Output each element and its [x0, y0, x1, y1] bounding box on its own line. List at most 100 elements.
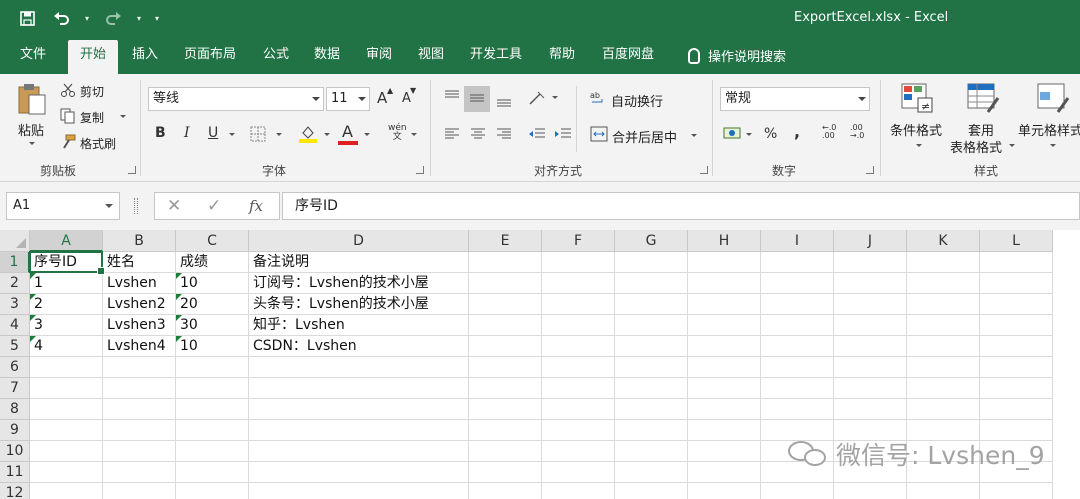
phonetic-dropdown-icon[interactable] — [411, 133, 417, 136]
cell-h8[interactable] — [688, 399, 761, 420]
column-header-b[interactable]: B — [103, 230, 176, 252]
cell-a3[interactable]: 2 — [30, 294, 103, 315]
cell-i12[interactable] — [761, 483, 834, 499]
cell-h2[interactable] — [688, 273, 761, 294]
cell-c11[interactable] — [176, 462, 249, 483]
underline-button[interactable]: U — [208, 125, 218, 141]
cell-h7[interactable] — [688, 378, 761, 399]
row-header-5[interactable]: 5 — [0, 336, 30, 357]
cell-f5[interactable] — [542, 336, 615, 357]
cell-h4[interactable] — [688, 315, 761, 336]
cell-k3[interactable] — [907, 294, 980, 315]
cell-i5[interactable] — [761, 336, 834, 357]
paste-button[interactable]: 粘贴 — [18, 120, 44, 139]
font-color-dropdown-icon[interactable] — [364, 133, 370, 136]
cell-g7[interactable] — [615, 378, 688, 399]
tab-baidu-netdisk[interactable]: 百度网盘 — [594, 44, 662, 74]
cell-c5[interactable]: 10 — [176, 336, 249, 357]
font-name-combo[interactable]: 等线 — [148, 87, 324, 111]
cell-f3[interactable] — [542, 294, 615, 315]
cell-c1[interactable]: 成绩 — [176, 252, 249, 273]
cell-l3[interactable] — [980, 294, 1053, 315]
cell-b5[interactable]: Lvshen4 — [103, 336, 176, 357]
cell-i8[interactable] — [761, 399, 834, 420]
accounting-dropdown-icon[interactable] — [746, 133, 752, 136]
phonetic-guide-button[interactable]: wén 文 — [388, 124, 407, 142]
cell-d4[interactable]: 知乎：Lvshen — [249, 315, 469, 336]
cell-d9[interactable] — [249, 420, 469, 441]
cell-l8[interactable] — [980, 399, 1053, 420]
bold-button[interactable]: B — [155, 125, 166, 141]
tab-formulas[interactable]: 公式 — [255, 44, 297, 74]
cell-l4[interactable] — [980, 315, 1053, 336]
decrease-indent-icon[interactable] — [528, 127, 546, 141]
paste-icon[interactable] — [16, 82, 48, 116]
cell-g4[interactable] — [615, 315, 688, 336]
cell-c8[interactable] — [176, 399, 249, 420]
cell-l2[interactable] — [980, 273, 1053, 294]
cell-e6[interactable] — [469, 357, 542, 378]
increase-decimal-icon[interactable]: ←.0.00 — [822, 124, 836, 140]
cell-styles-dropdown-icon[interactable] — [1050, 144, 1056, 147]
cell-g5[interactable] — [615, 336, 688, 357]
cell-b2[interactable]: Lvshen — [103, 273, 176, 294]
cell-k1[interactable] — [907, 252, 980, 273]
cell-c2[interactable]: 10 — [176, 273, 249, 294]
column-header-l[interactable]: L — [980, 230, 1053, 252]
row-header-11[interactable]: 11 — [0, 462, 30, 483]
cell-a2[interactable]: 1 — [30, 273, 103, 294]
cell-h5[interactable] — [688, 336, 761, 357]
conditional-formatting-dropdown-icon[interactable] — [916, 144, 922, 147]
cell-k4[interactable] — [907, 315, 980, 336]
number-format-combo[interactable]: 常规 — [720, 87, 870, 111]
grow-font-button[interactable]: A — [377, 89, 387, 107]
formula-bar-splitter[interactable] — [134, 198, 138, 214]
cell-d12[interactable] — [249, 483, 469, 499]
cell-b12[interactable] — [103, 483, 176, 499]
orientation-dropdown-icon[interactable] — [552, 96, 558, 99]
cell-c10[interactable] — [176, 441, 249, 462]
cell-f2[interactable] — [542, 273, 615, 294]
clipboard-launcher-icon[interactable] — [128, 166, 136, 174]
cell-e4[interactable] — [469, 315, 542, 336]
cell-f11[interactable] — [542, 462, 615, 483]
cell-h10[interactable] — [688, 441, 761, 462]
cell-c12[interactable] — [176, 483, 249, 499]
column-header-j[interactable]: J — [834, 230, 907, 252]
fill-color-dropdown-icon[interactable] — [324, 133, 330, 136]
borders-dropdown-icon[interactable] — [276, 133, 282, 136]
accounting-format-icon[interactable] — [723, 125, 743, 141]
cell-g9[interactable] — [615, 420, 688, 441]
comma-style-button[interactable]: , — [794, 122, 800, 141]
column-header-d[interactable]: D — [249, 230, 469, 252]
cell-d6[interactable] — [249, 357, 469, 378]
cell-b9[interactable] — [103, 420, 176, 441]
cell-f12[interactable] — [542, 483, 615, 499]
cell-a9[interactable] — [30, 420, 103, 441]
cell-j2[interactable] — [834, 273, 907, 294]
cell-l6[interactable] — [980, 357, 1053, 378]
cell-c9[interactable] — [176, 420, 249, 441]
row-header-3[interactable]: 3 — [0, 294, 30, 315]
cell-k7[interactable] — [907, 378, 980, 399]
column-header-a[interactable]: A — [30, 230, 103, 252]
cell-e12[interactable] — [469, 483, 542, 499]
tab-page-layout[interactable]: 页面布局 — [176, 44, 244, 74]
copy-dropdown-icon[interactable] — [120, 115, 126, 118]
cell-j12[interactable] — [834, 483, 907, 499]
middle-align-icon[interactable] — [469, 93, 485, 105]
paste-dropdown-icon[interactable] — [29, 142, 35, 145]
cell-h3[interactable] — [688, 294, 761, 315]
cell-k12[interactable] — [907, 483, 980, 499]
row-header-8[interactable]: 8 — [0, 399, 30, 420]
tab-view[interactable]: 视图 — [410, 44, 452, 74]
row-header-4[interactable]: 4 — [0, 315, 30, 336]
cell-j1[interactable] — [834, 252, 907, 273]
cell-d7[interactable] — [249, 378, 469, 399]
cell-b8[interactable] — [103, 399, 176, 420]
fill-color-icon[interactable] — [298, 123, 318, 143]
borders-icon[interactable] — [250, 126, 266, 142]
row-header-7[interactable]: 7 — [0, 378, 30, 399]
cell-a11[interactable] — [30, 462, 103, 483]
cell-f9[interactable] — [542, 420, 615, 441]
